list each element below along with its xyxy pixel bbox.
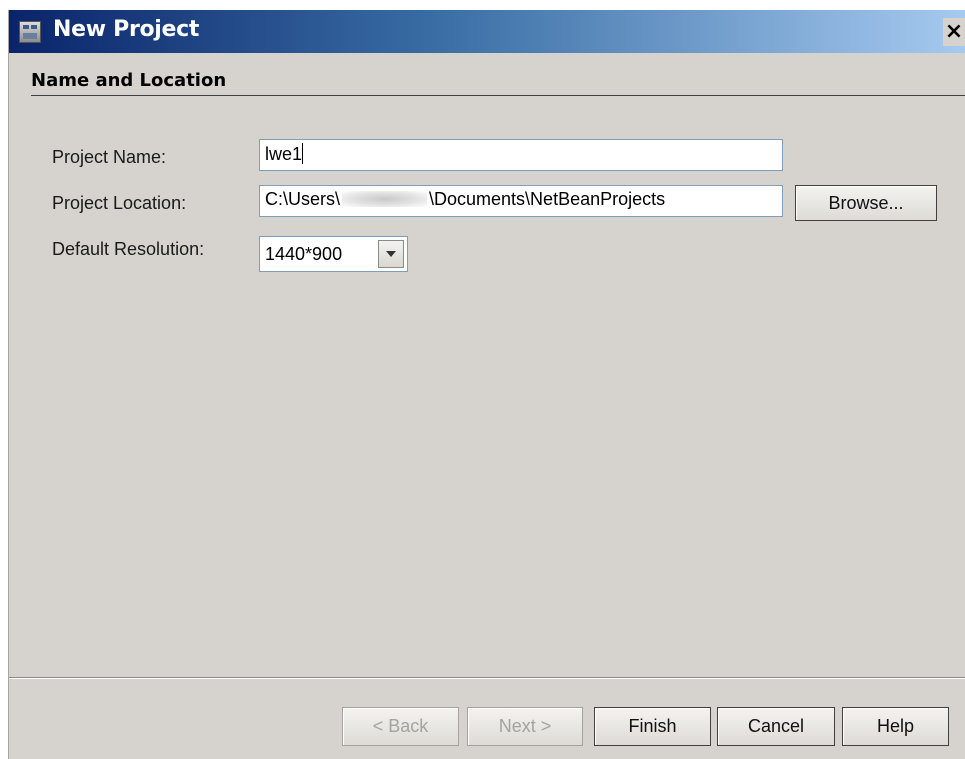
- default-resolution-label: Default Resolution:: [52, 239, 205, 259]
- dialog-title: New Project: [53, 17, 200, 42]
- redacted-username: [342, 191, 428, 207]
- help-button[interactable]: Help: [842, 707, 949, 746]
- title-bar[interactable]: New Project: [9, 10, 965, 53]
- back-button[interactable]: < Back: [342, 707, 459, 746]
- project-location-input[interactable]: C:\Users\ \Documents\NetBeanProjects: [259, 185, 783, 217]
- footer-divider: [9, 677, 965, 679]
- project-location-suffix: \Documents\NetBeanProjects: [429, 189, 666, 209]
- cancel-button[interactable]: Cancel: [717, 707, 835, 746]
- application-icon: [19, 21, 41, 43]
- close-icon[interactable]: ×: [943, 18, 965, 46]
- browse-button[interactable]: Browse...: [795, 185, 937, 221]
- section-divider: [31, 95, 965, 96]
- project-name-label: Project Name:: [52, 147, 167, 167]
- text-caret: [302, 143, 304, 164]
- project-location-label: Project Location:: [52, 193, 187, 213]
- project-name-input[interactable]: lwe1: [259, 139, 783, 171]
- new-project-dialog: New Project × Name and Location Project …: [8, 10, 965, 759]
- default-resolution-select[interactable]: 1440*900: [259, 236, 408, 272]
- finish-button[interactable]: Finish: [594, 707, 711, 746]
- project-location-prefix: C:\Users\: [265, 189, 341, 209]
- section-title: Name and Location: [31, 70, 227, 91]
- default-resolution-value: 1440*900: [265, 244, 343, 264]
- project-name-value: lwe1: [265, 144, 303, 164]
- chevron-down-icon[interactable]: [378, 240, 404, 268]
- next-button[interactable]: Next >: [467, 707, 583, 746]
